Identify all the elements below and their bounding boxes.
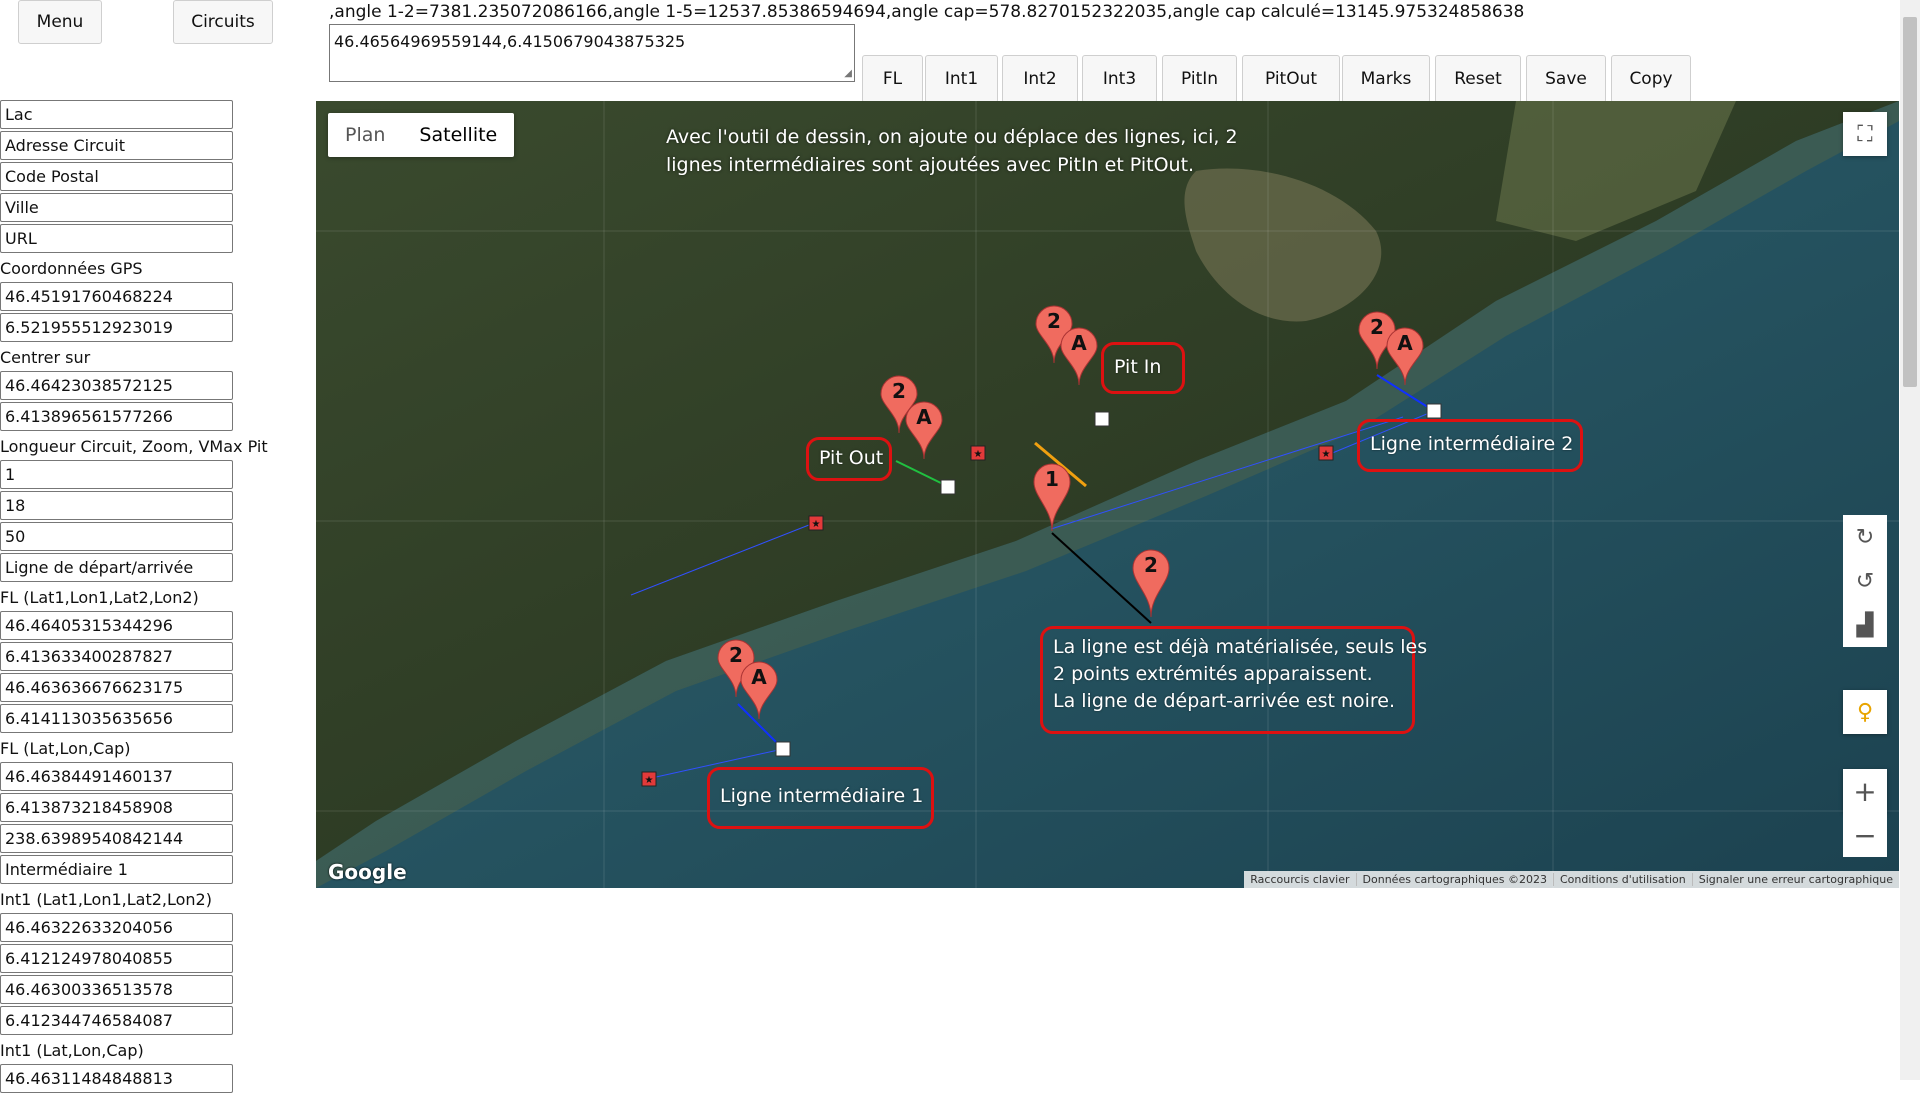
int1-label: Int1 (Lat1,Lon1,Lat2,Lon2) [0,890,212,909]
zoom-out-icon[interactable]: − [1843,813,1887,857]
save-button[interactable]: Save [1526,55,1606,103]
fl-cap-field[interactable]: 238.63989540842144 [0,824,233,853]
ligne-depart-field[interactable]: Ligne de départ/arrivée [0,553,233,582]
int1-cap-field[interactable]: 46.46311484848813 [0,1064,233,1093]
menu-button[interactable]: Menu [18,0,102,44]
tilt-icon[interactable]: ▟ [1843,603,1887,647]
coordinates-value: 46.46564969559144,6.4150679043875325 [334,32,686,51]
pitin-button[interactable]: PitIn [1162,55,1237,103]
callout-pit-out: Pit Out [806,437,892,481]
marker-a-int2[interactable]: A [1385,327,1425,391]
page-scrollbar[interactable] [1900,0,1920,1080]
svg-text:★: ★ [645,775,654,786]
fl-lon2-field[interactable]: 6.414113035635656 [0,704,233,733]
code-postal-field[interactable]: Code Postal [0,162,233,191]
vmax-field[interactable]: 50 [0,522,233,551]
int1-cap-label: Int1 (Lat,Lon,Cap) [0,1041,144,1060]
svg-text:★: ★ [974,449,983,460]
callout-pit-in: Pit In [1101,342,1185,394]
map-type-control: Plan Satellite [328,113,515,157]
centrer-lon-field[interactable]: 6.413896561577266 [0,402,233,431]
longueur-label: Longueur Circuit, Zoom, VMax Pit [0,437,268,456]
circuits-button[interactable]: Circuits [173,0,273,44]
gps-label: Coordonnées GPS [0,259,143,278]
resize-grip-icon[interactable]: ◢ [844,68,852,79]
pitout-button[interactable]: PitOut [1242,55,1340,103]
circuit-form: Lac Adresse Circuit Code Postal Ville UR… [0,100,320,1095]
int3-button[interactable]: Int3 [1082,55,1157,103]
gps-lat-field[interactable]: 46.45191760468224 [0,282,233,311]
map-data-text: Données cartographiques ©2023 [1355,873,1553,886]
callout-ligne-intermediaire-1: Ligne intermédiaire 1 [707,767,934,829]
fl-lon-field[interactable]: 6.413873218458908 [0,793,233,822]
centrer-label: Centrer sur [0,348,91,367]
centrer-lat-field[interactable]: 46.46423038572125 [0,371,233,400]
angle-info-text: ,angle 1-2=7381.235072086166,angle 1-5=1… [329,2,1525,22]
svg-text:★: ★ [812,519,821,530]
fullscreen-icon[interactable]: ⛶ [1843,112,1887,156]
coordinates-textarea[interactable]: 46.46564969559144,6.4150679043875325 ◢ [329,24,855,82]
int1-lat1-field[interactable]: 46.46322633204056 [0,913,233,942]
adresse-field[interactable]: Adresse Circuit [0,131,233,160]
reset-button[interactable]: Reset [1435,55,1521,103]
callout-ligne-intermediaire-2: Ligne intermédiaire 2 [1357,419,1583,472]
marker-1-finish[interactable]: 1 [1032,463,1072,537]
map-imagery: ★ ★ ★ ★ [316,101,1899,888]
pegman-icon[interactable]: ♀ [1843,690,1887,734]
lac-field[interactable]: Lac [0,100,233,129]
int2-button[interactable]: Int2 [1002,55,1078,103]
google-logo: Google [328,860,407,884]
marks-button[interactable]: Marks [1342,55,1430,103]
fl-lat1-field[interactable]: 46.46405315344296 [0,611,233,640]
fl-lat-field[interactable]: 46.46384491460137 [0,762,233,791]
callout-line-1: La ligne est déjà matérialisée, seuls le… [1053,636,1428,658]
callout-line-2: 2 points extrémités apparaissent. [1053,663,1373,685]
plan-button[interactable]: Plan [328,113,402,157]
terms-link[interactable]: Conditions d'utilisation [1553,873,1692,886]
intermediaire1-field[interactable]: Intermédiaire 1 [0,855,233,884]
int1-lon1-field[interactable]: 6.412124978040855 [0,944,233,973]
report-error-link[interactable]: Signaler une erreur cartographique [1691,873,1899,886]
fl-lat2-field[interactable]: 46.463636676623175 [0,673,233,702]
rotate-right-icon[interactable]: ↻ [1843,515,1887,559]
marker-a-pitin[interactable]: A [1059,327,1099,391]
fl-lon1-field[interactable]: 6.413633400287827 [0,642,233,671]
int1-lat2-field[interactable]: 46.46300336513578 [0,975,233,1004]
zoom-in-icon[interactable]: + [1843,769,1887,813]
rotate-left-icon[interactable]: ↺ [1843,559,1887,603]
gps-lon-field[interactable]: 6.521955512923019 [0,313,233,342]
copy-button[interactable]: Copy [1611,55,1691,103]
ville-field[interactable]: Ville [0,193,233,222]
fl-cap-label: FL (Lat,Lon,Cap) [0,739,131,758]
marker-a-pitout[interactable]: A [904,401,944,465]
url-field[interactable]: URL [0,224,233,253]
fl-label: FL (Lat1,Lon1,Lat2,Lon2) [0,588,199,607]
satellite-map[interactable]: ★ ★ ★ ★ 2 A 2 A 2 A 1 2 2 A Avec l'outil… [316,101,1899,888]
keyboard-shortcuts-link[interactable]: Raccourcis clavier [1244,873,1355,886]
marker-2-finish[interactable]: 2 [1131,549,1171,623]
callout-line-3: La ligne de départ-arrivée est noire. [1053,690,1396,712]
marker-a-int1[interactable]: A [739,661,779,725]
scrollbar-thumb[interactable] [1903,17,1917,387]
zoom-field[interactable]: 18 [0,491,233,520]
satellite-button[interactable]: Satellite [402,113,514,157]
map-attribution: Raccourcis clavier Données cartographiqu… [1244,871,1899,888]
fl-button[interactable]: FL [862,55,923,103]
int1-lon2-field[interactable]: 6.412344746584087 [0,1006,233,1035]
callout-ligne-depart-arrivee: La ligne est déjà matérialisée, seuls le… [1040,626,1428,734]
map-note: Avec l'outil de dessin, on ajoute ou dép… [666,126,1238,176]
int1-button[interactable]: Int1 [925,55,998,103]
svg-text:★: ★ [1322,449,1331,460]
longueur-field[interactable]: 1 [0,460,233,489]
